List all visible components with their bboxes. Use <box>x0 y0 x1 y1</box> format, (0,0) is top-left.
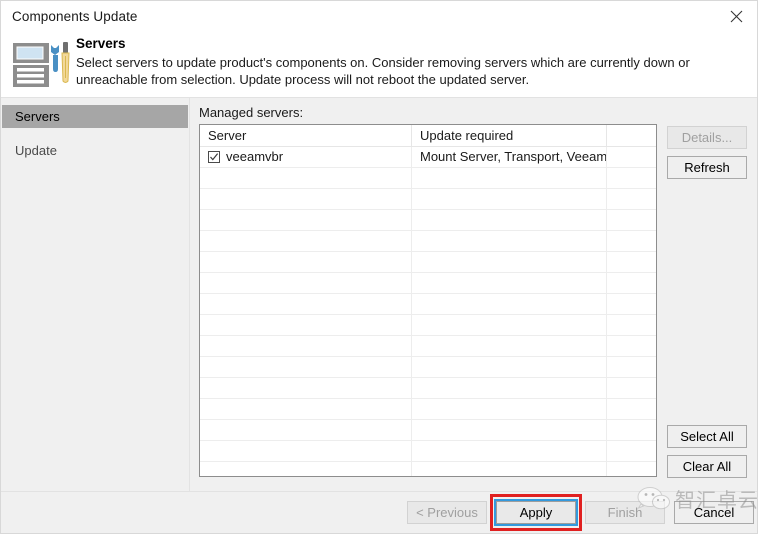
cell-blank <box>607 147 656 167</box>
components-update-dialog: Components Update Servers Select servers… <box>0 0 758 534</box>
cell-update-required <box>412 210 607 230</box>
table-row-empty[interactable] <box>200 462 656 476</box>
cell-blank <box>607 399 656 419</box>
apply-button[interactable]: Apply <box>494 499 578 526</box>
cell-blank <box>607 462 656 476</box>
close-glyph <box>730 10 743 22</box>
cell-blank <box>607 336 656 356</box>
cell-update-required <box>412 336 607 356</box>
clear-all-button[interactable]: Clear All <box>667 455 747 478</box>
cell-update-required <box>412 294 607 314</box>
table-row-empty[interactable] <box>200 273 656 294</box>
previous-button[interactable]: < Previous <box>407 501 487 524</box>
sidebar: Servers Update <box>2 98 190 491</box>
select-all-button[interactable]: Select All <box>667 425 747 448</box>
cell-server <box>200 336 412 356</box>
cancel-button[interactable]: Cancel <box>674 501 754 524</box>
managed-servers-table[interactable]: Server Update required veeamvbr Mount Se… <box>199 124 657 477</box>
cell-server-text: veeamvbr <box>226 149 284 164</box>
table-row-empty[interactable] <box>200 168 656 189</box>
cell-server <box>200 399 412 419</box>
dialog-body: Servers Update Managed servers: Server U… <box>1 98 757 491</box>
cell-server <box>200 462 412 476</box>
cell-server <box>200 231 412 251</box>
cell-update-required <box>412 378 607 398</box>
cell-server <box>200 357 412 377</box>
cell-update-required <box>412 315 607 335</box>
cell-server <box>200 273 412 293</box>
cell-server <box>200 252 412 272</box>
cell-update-required <box>412 168 607 188</box>
sidebar-item-servers[interactable]: Servers <box>2 105 188 128</box>
cell-update-required <box>412 462 607 476</box>
sidebar-item-label: Update <box>15 143 57 158</box>
cell-blank <box>607 210 656 230</box>
table-row-empty[interactable] <box>200 231 656 252</box>
cell-update-required <box>412 441 607 461</box>
cell-blank <box>607 189 656 209</box>
cell-blank <box>607 378 656 398</box>
table-row-empty[interactable] <box>200 336 656 357</box>
header-title: Servers <box>76 36 126 51</box>
header-description: Select servers to update product's compo… <box>76 55 690 87</box>
cell-update-required <box>412 420 607 440</box>
cell-blank <box>607 294 656 314</box>
table-row[interactable]: veeamvbr Mount Server, Transport, Veeam … <box>200 147 656 168</box>
row-checkbox[interactable] <box>208 151 220 163</box>
dialog-header: Servers Select servers to update product… <box>1 33 757 97</box>
managed-servers-label: Managed servers: <box>199 105 304 120</box>
cell-blank <box>607 420 656 440</box>
cell-update-required <box>412 357 607 377</box>
table-row-empty[interactable] <box>200 357 656 378</box>
cell-server <box>200 420 412 440</box>
cell-server <box>200 294 412 314</box>
cell-server <box>200 441 412 461</box>
cell-blank <box>607 168 656 188</box>
cell-server <box>200 315 412 335</box>
server-tools-icon <box>11 39 73 91</box>
cell-blank <box>607 357 656 377</box>
cell-blank <box>607 231 656 251</box>
cell-update-required <box>412 399 607 419</box>
column-header-update-required[interactable]: Update required <box>412 125 607 147</box>
cell-blank <box>607 252 656 272</box>
column-header-server[interactable]: Server <box>200 125 412 147</box>
cell-blank <box>607 441 656 461</box>
finish-button[interactable]: Finish <box>585 501 665 524</box>
cell-update-required: Mount Server, Transport, Veeam Ag... <box>412 147 607 167</box>
table-row-empty[interactable] <box>200 420 656 441</box>
cell-blank <box>607 273 656 293</box>
table-row-empty[interactable] <box>200 189 656 210</box>
cell-server <box>200 168 412 188</box>
table-row-empty[interactable] <box>200 441 656 462</box>
title-bar: Components Update <box>1 1 757 33</box>
window-title: Components Update <box>12 9 138 24</box>
table-row-empty[interactable] <box>200 210 656 231</box>
table-row-empty[interactable] <box>200 252 656 273</box>
column-header-blank[interactable] <box>607 125 656 147</box>
cell-update-required <box>412 189 607 209</box>
cell-server: veeamvbr <box>200 147 412 167</box>
refresh-button[interactable]: Refresh <box>667 156 747 179</box>
sidebar-item-update[interactable]: Update <box>2 139 188 162</box>
table-row-empty[interactable] <box>200 294 656 315</box>
details-button[interactable]: Details... <box>667 126 747 149</box>
cell-update-required <box>412 231 607 251</box>
cell-update-required <box>412 273 607 293</box>
cell-server <box>200 189 412 209</box>
table-row-empty[interactable] <box>200 315 656 336</box>
cell-server <box>200 378 412 398</box>
cell-update-required <box>412 252 607 272</box>
table-row-empty[interactable] <box>200 399 656 420</box>
cell-server <box>200 210 412 230</box>
table-row-empty[interactable] <box>200 378 656 399</box>
close-icon[interactable] <box>714 1 757 31</box>
cell-blank <box>607 315 656 335</box>
checkmark-icon <box>210 153 219 161</box>
table-header-row: Server Update required <box>200 125 656 147</box>
sidebar-item-label: Servers <box>15 109 60 124</box>
table-body: veeamvbr Mount Server, Transport, Veeam … <box>200 147 656 476</box>
